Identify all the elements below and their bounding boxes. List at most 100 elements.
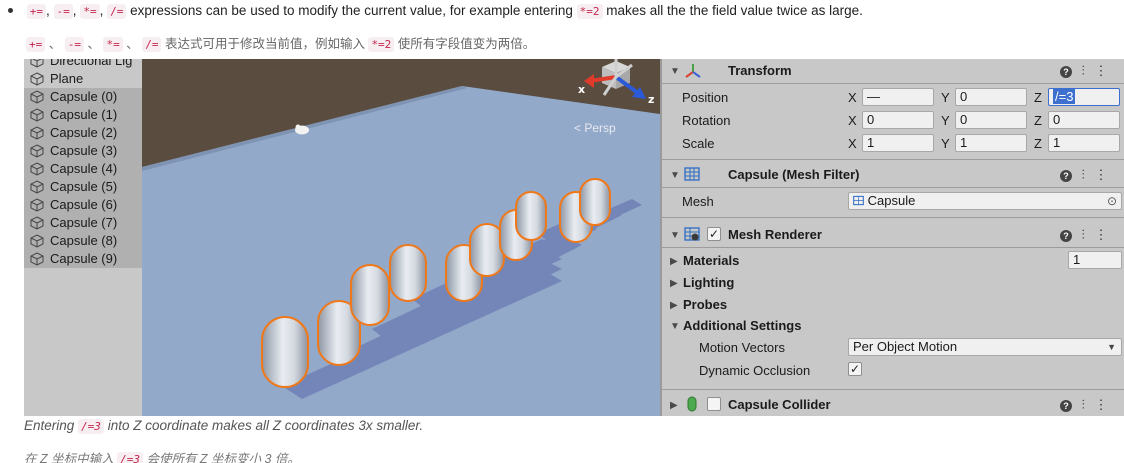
position-label: Position: [682, 90, 729, 105]
mesh-object-field[interactable]: Capsule ⊙: [848, 192, 1122, 210]
hierarchy-item[interactable]: Capsule (6): [24, 196, 142, 214]
hierarchy-item-label: Capsule (9): [50, 251, 118, 266]
hierarchy-item[interactable]: Capsule (8): [24, 232, 142, 250]
hierarchy-item-label: Capsule (5): [50, 179, 118, 194]
hierarchy-item[interactable]: Capsule (5): [24, 178, 142, 196]
caption-chinese: 在 Z 坐标中输入 /=3 会使所有 Z 坐标变小 3 倍。: [24, 448, 300, 463]
component-header-icons: ? ⫶ ⋮: [1060, 63, 1108, 79]
separator-line: [662, 159, 1124, 160]
hierarchy-item[interactable]: Capsule (2): [24, 124, 142, 142]
hierarchy-item[interactable]: Capsule (3): [24, 142, 142, 160]
context-menu-icon[interactable]: ⋮: [1095, 227, 1108, 242]
caption-text: 会使所有 Z 坐标变小 3 倍。: [146, 452, 300, 463]
code-op: -=: [64, 37, 84, 52]
help-icon[interactable]: ?: [1060, 169, 1072, 182]
preset-icon[interactable]: ⫶: [1082, 227, 1085, 242]
bullet: [8, 7, 13, 13]
gameobject-icon: [30, 108, 44, 122]
hierarchy-item-label: Plane: [50, 71, 84, 86]
axis-label-z: Z: [1034, 113, 1042, 128]
scale-y-field[interactable]: 1: [955, 134, 1027, 152]
separator: 、: [126, 37, 139, 51]
capsule: [350, 264, 390, 326]
scale-z-field[interactable]: 1: [1048, 134, 1120, 152]
component-title: Capsule (Mesh Filter): [728, 167, 860, 182]
expand-triangle-icon[interactable]: ▶: [670, 400, 678, 411]
separator-line: [662, 389, 1124, 390]
mesh-filter-icon: [684, 167, 700, 181]
line2-text-a: 表达式可用于修改当前值，例如输入: [164, 37, 365, 51]
help-icon[interactable]: ?: [1060, 229, 1072, 242]
collapse-triangle-icon[interactable]: ▼: [670, 66, 680, 77]
collapse-triangle-icon[interactable]: ▼: [670, 230, 680, 241]
hierarchy-item[interactable]: Capsule (1): [24, 106, 142, 124]
context-menu-icon[interactable]: ⋮: [1095, 167, 1108, 182]
mesh-renderer-enabled-checkbox[interactable]: ✓: [707, 227, 721, 241]
hierarchy-item-label: Capsule (6): [50, 197, 118, 212]
separator: ,: [46, 3, 50, 18]
hierarchy-item[interactable]: Directional Lig: [24, 59, 142, 70]
hierarchy-item[interactable]: Capsule (0): [24, 88, 142, 106]
position-x-field[interactable]: —: [862, 88, 934, 106]
code-example: /=3: [78, 419, 104, 434]
help-icon[interactable]: ?: [1060, 65, 1072, 78]
collapse-triangle-icon[interactable]: ▼: [670, 321, 680, 332]
code-op: /=: [107, 4, 127, 19]
preset-icon[interactable]: ⫶: [1082, 167, 1085, 182]
expand-triangle-icon[interactable]: ▶: [670, 256, 678, 267]
context-menu-icon[interactable]: ⋮: [1095, 63, 1108, 78]
collapse-triangle-icon[interactable]: ▼: [670, 170, 680, 181]
expand-triangle-icon[interactable]: ▶: [670, 278, 678, 289]
code-example: /=3: [117, 452, 143, 463]
motion-vectors-dropdown[interactable]: Per Object Motion ▼: [848, 338, 1122, 356]
hierarchy-item[interactable]: Capsule (4): [24, 160, 142, 178]
dynamic-occlusion-checkbox[interactable]: ✓: [848, 362, 862, 376]
position-y-field[interactable]: 0: [955, 88, 1027, 106]
mesh-value: Capsule: [867, 193, 916, 208]
caption-text: Entering: [24, 418, 75, 433]
scale-label: Scale: [682, 136, 715, 151]
expand-triangle-icon[interactable]: ▶: [670, 300, 678, 311]
additional-settings-foldout[interactable]: Additional Settings: [683, 318, 801, 333]
code-op: +=: [26, 37, 46, 52]
rotation-y-field[interactable]: 0: [955, 111, 1027, 129]
capsule-collider-enabled-checkbox[interactable]: [707, 397, 721, 411]
code-op: *=: [80, 4, 100, 19]
rotation-z-field[interactable]: 0: [1048, 111, 1120, 129]
scene-view[interactable]: x z < Persp: [142, 59, 660, 416]
help-icon[interactable]: ?: [1060, 399, 1072, 412]
doc-line-chinese: += 、 -= 、 *= 、 /= 表达式可用于修改当前值，例如输入 *=2 使…: [26, 33, 535, 52]
gameobject-icon: [30, 90, 44, 104]
line2-text-b: 使所有字段值变为两倍。: [397, 37, 536, 51]
gizmo-z-label: z: [648, 93, 654, 106]
gameobject-icon: [30, 216, 44, 230]
axis-label-z: Z: [1034, 136, 1042, 151]
capsule-collider-icon: [687, 396, 697, 412]
gameobject-icon: [30, 198, 44, 212]
hierarchy-item[interactable]: Plane: [24, 70, 142, 88]
position-z-field[interactable]: /=3: [1048, 88, 1120, 106]
preset-icon[interactable]: ⫶: [1082, 63, 1085, 78]
doc-line-english: +=, -=, *=, /= expressions can be used t…: [8, 3, 863, 19]
materials-foldout[interactable]: Materials: [683, 253, 739, 268]
lighting-foldout[interactable]: Lighting: [683, 275, 734, 290]
probes-foldout[interactable]: Probes: [683, 297, 727, 312]
hierarchy-item-label: Capsule (3): [50, 143, 118, 158]
object-picker-icon[interactable]: ⊙: [1107, 193, 1117, 209]
unity-editor-screenshot: Directional Lig Plane Capsule (0) Capsul…: [24, 59, 1124, 416]
context-menu-icon[interactable]: ⋮: [1095, 397, 1108, 412]
dropdown-arrow-icon: ▼: [1107, 342, 1116, 352]
hierarchy-item[interactable]: Capsule (7): [24, 214, 142, 232]
axis-label-z: Z: [1034, 90, 1042, 105]
hierarchy-item[interactable]: Capsule (9): [24, 250, 142, 268]
code-op: +=: [26, 4, 47, 19]
hierarchy-item-label: Capsule (7): [50, 215, 118, 230]
mesh-renderer-icon: [684, 227, 700, 241]
preset-icon[interactable]: ⫶: [1082, 397, 1085, 412]
orientation-gizmo[interactable]: x z: [578, 59, 654, 106]
materials-count-field[interactable]: 1: [1068, 251, 1122, 269]
scale-x-field[interactable]: 1: [862, 134, 934, 152]
gameobject-icon: [30, 126, 44, 140]
projection-toggle[interactable]: < Persp: [574, 121, 616, 135]
rotation-x-field[interactable]: 0: [862, 111, 934, 129]
